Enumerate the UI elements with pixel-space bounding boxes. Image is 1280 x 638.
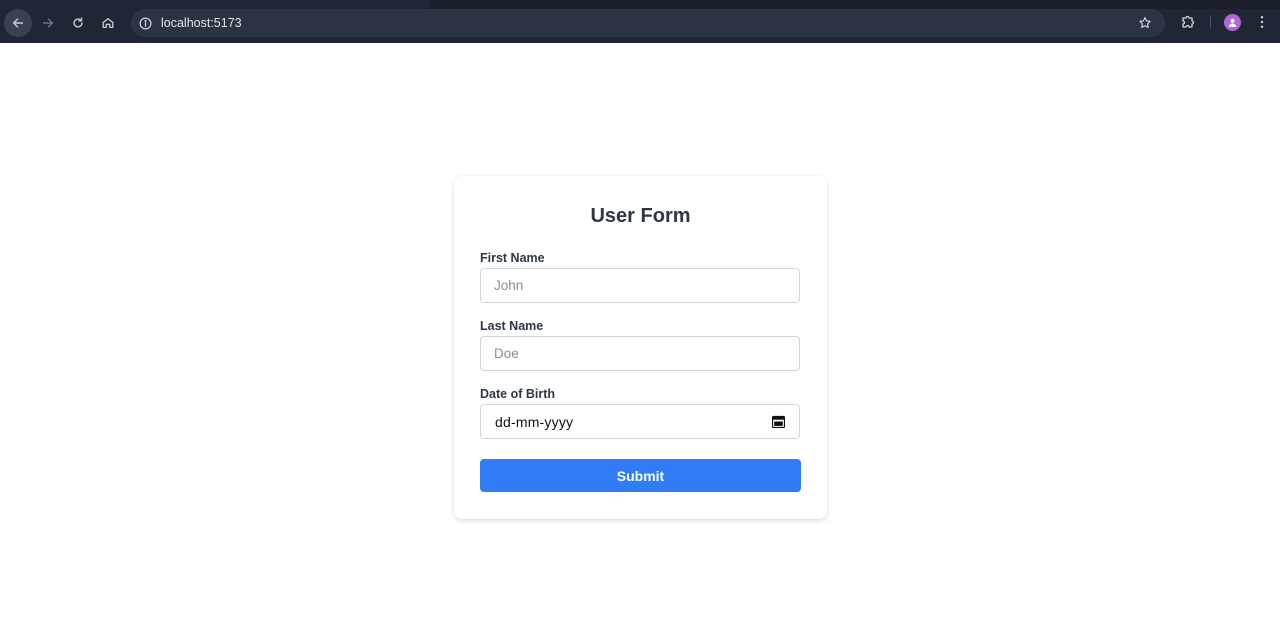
puzzle-icon[interactable]: [1180, 14, 1196, 30]
home-icon: [102, 17, 114, 29]
user-form-card: User Form First Name Last Name Date of B…: [454, 176, 827, 519]
address-bar[interactable]: localhost:5173: [131, 9, 1165, 37]
last-name-input[interactable]: [480, 336, 800, 371]
toolbar-divider: [1210, 15, 1211, 29]
submit-button[interactable]: Submit: [480, 459, 801, 492]
kebab-menu-icon[interactable]: [1254, 13, 1270, 31]
arrow-right-icon: [42, 18, 54, 28]
first-name-label: First Name: [480, 251, 545, 265]
reload-icon: [73, 17, 83, 28]
url-text[interactable]: localhost:5173: [161, 15, 242, 31]
first-name-input[interactable]: [480, 268, 800, 303]
arrow-left-icon: [12, 18, 24, 28]
active-tab[interactable]: [0, 0, 430, 9]
date-of-birth-input[interactable]: dd-mm-yyyy: [480, 404, 800, 439]
form-title: User Form: [590, 205, 691, 227]
calendar-icon[interactable]: [772, 415, 785, 428]
back-button[interactable]: [4, 9, 32, 37]
date-of-birth-label: Date of Birth: [480, 387, 555, 401]
avatar[interactable]: [1224, 14, 1241, 31]
date-placeholder: dd-mm-yyyy: [495, 414, 574, 430]
last-name-label: Last Name: [480, 319, 544, 333]
reload-button[interactable]: [64, 9, 92, 37]
tab-strip: [0, 0, 1280, 9]
forward-button[interactable]: [34, 9, 62, 37]
star-icon[interactable]: [1137, 15, 1153, 31]
home-button[interactable]: [94, 9, 122, 37]
browser-toolbar: localhost:5173: [0, 0, 1280, 43]
info-icon[interactable]: [138, 16, 152, 30]
